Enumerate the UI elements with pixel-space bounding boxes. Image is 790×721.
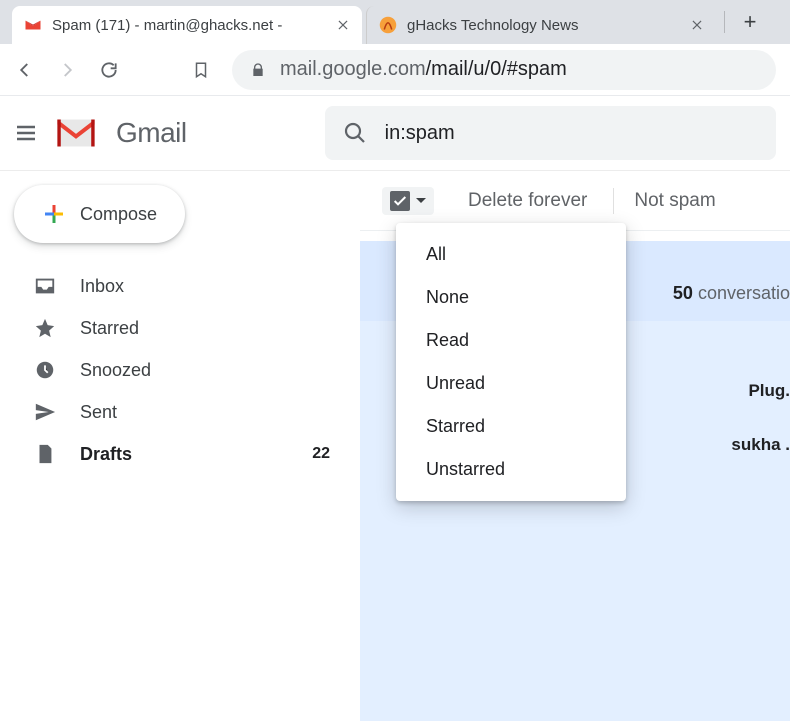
compose-button[interactable]: Compose <box>14 185 185 243</box>
pagination-text: 50 conversatio <box>673 283 790 304</box>
sidebar-item-count: 22 <box>312 445 330 463</box>
dropdown-item-starred[interactable]: Starred <box>396 405 626 448</box>
sidebar-item-label: Starred <box>80 318 330 339</box>
clock-icon <box>34 359 56 381</box>
tab-title: gHacks Technology News <box>407 17 680 34</box>
forward-icon[interactable] <box>56 59 78 81</box>
sidebar-item-drafts[interactable]: Drafts 22 <box>0 433 360 475</box>
dropdown-item-unstarred[interactable]: Unstarred <box>396 448 626 491</box>
inbox-icon <box>34 275 56 297</box>
url-host: mail.google.com <box>280 58 426 80</box>
bookmark-icon[interactable] <box>190 59 212 81</box>
sidebar: Compose Inbox Starred Snoozed Sent Draft… <box>0 171 360 552</box>
chevron-down-icon <box>416 198 426 203</box>
gmail-header: Gmail <box>0 96 790 171</box>
mail-row-peek[interactable]: Plug. <box>748 381 790 401</box>
browser-tab-inactive[interactable]: gHacks Technology News <box>366 6 716 44</box>
close-icon[interactable] <box>336 18 350 32</box>
new-tab-button[interactable]: + <box>735 7 765 37</box>
sidebar-item-snoozed[interactable]: Snoozed <box>0 349 360 391</box>
sidebar-item-label: Drafts <box>80 444 288 465</box>
browser-tab-active[interactable]: Spam (171) - martin@ghacks.net - <box>12 6 362 44</box>
page-size: 50 <box>673 283 693 303</box>
gmail-logo-icon <box>54 116 98 150</box>
sidebar-nav: Inbox Starred Snoozed Sent Drafts 22 <box>0 265 360 475</box>
sidebar-item-label: Snoozed <box>80 360 330 381</box>
search-bar[interactable] <box>325 106 776 160</box>
back-icon[interactable] <box>14 59 36 81</box>
reload-icon[interactable] <box>98 59 120 81</box>
compose-label: Compose <box>80 204 157 225</box>
search-input[interactable] <box>385 122 758 145</box>
dropdown-item-read[interactable]: Read <box>396 319 626 362</box>
main-pane: Delete forever Not spam 50 conversatio P… <box>360 171 790 552</box>
url-text: mail.google.com/mail/u/0/#spam <box>280 58 567 81</box>
ghacks-icon <box>379 16 397 34</box>
pagination-word: conversatio <box>698 283 790 303</box>
sidebar-item-label: Inbox <box>80 276 330 297</box>
tab-title: Spam (171) - martin@ghacks.net - <box>52 17 326 34</box>
sidebar-item-inbox[interactable]: Inbox <box>0 265 360 307</box>
checkbox-checked-icon <box>390 191 410 211</box>
select-all-button[interactable] <box>382 187 434 215</box>
star-icon <box>34 317 56 339</box>
gmail-icon <box>24 16 42 34</box>
dropdown-item-none[interactable]: None <box>396 276 626 319</box>
browser-tab-strip: Spam (171) - martin@ghacks.net - gHacks … <box>0 0 790 44</box>
close-icon[interactable] <box>690 18 704 32</box>
sidebar-item-label: Sent <box>80 402 330 423</box>
search-icon[interactable] <box>343 121 367 145</box>
brand-text: Gmail <box>116 117 187 149</box>
toolbar: Delete forever Not spam <box>360 171 790 231</box>
browser-nav-bar: mail.google.com/mail/u/0/#spam <box>0 44 790 96</box>
plus-icon <box>42 202 66 226</box>
lock-icon <box>250 62 266 78</box>
not-spam-button[interactable]: Not spam <box>634 190 715 212</box>
send-icon <box>34 401 56 423</box>
address-bar[interactable]: mail.google.com/mail/u/0/#spam <box>232 50 776 90</box>
menu-icon[interactable] <box>14 121 36 145</box>
mail-row-peek[interactable]: sukha . <box>731 435 790 455</box>
gmail-body: Compose Inbox Starred Snoozed Sent Draft… <box>0 171 790 552</box>
dropdown-item-all[interactable]: All <box>396 233 626 276</box>
sidebar-item-sent[interactable]: Sent <box>0 391 360 433</box>
file-icon <box>34 443 56 465</box>
tab-separator <box>724 11 725 33</box>
dropdown-item-unread[interactable]: Unread <box>396 362 626 405</box>
sidebar-item-starred[interactable]: Starred <box>0 307 360 349</box>
delete-forever-button[interactable]: Delete forever <box>468 190 587 212</box>
select-dropdown: All None Read Unread Starred Unstarred <box>396 223 626 501</box>
url-path: /mail/u/0/#spam <box>426 58 567 80</box>
toolbar-separator <box>613 188 614 214</box>
